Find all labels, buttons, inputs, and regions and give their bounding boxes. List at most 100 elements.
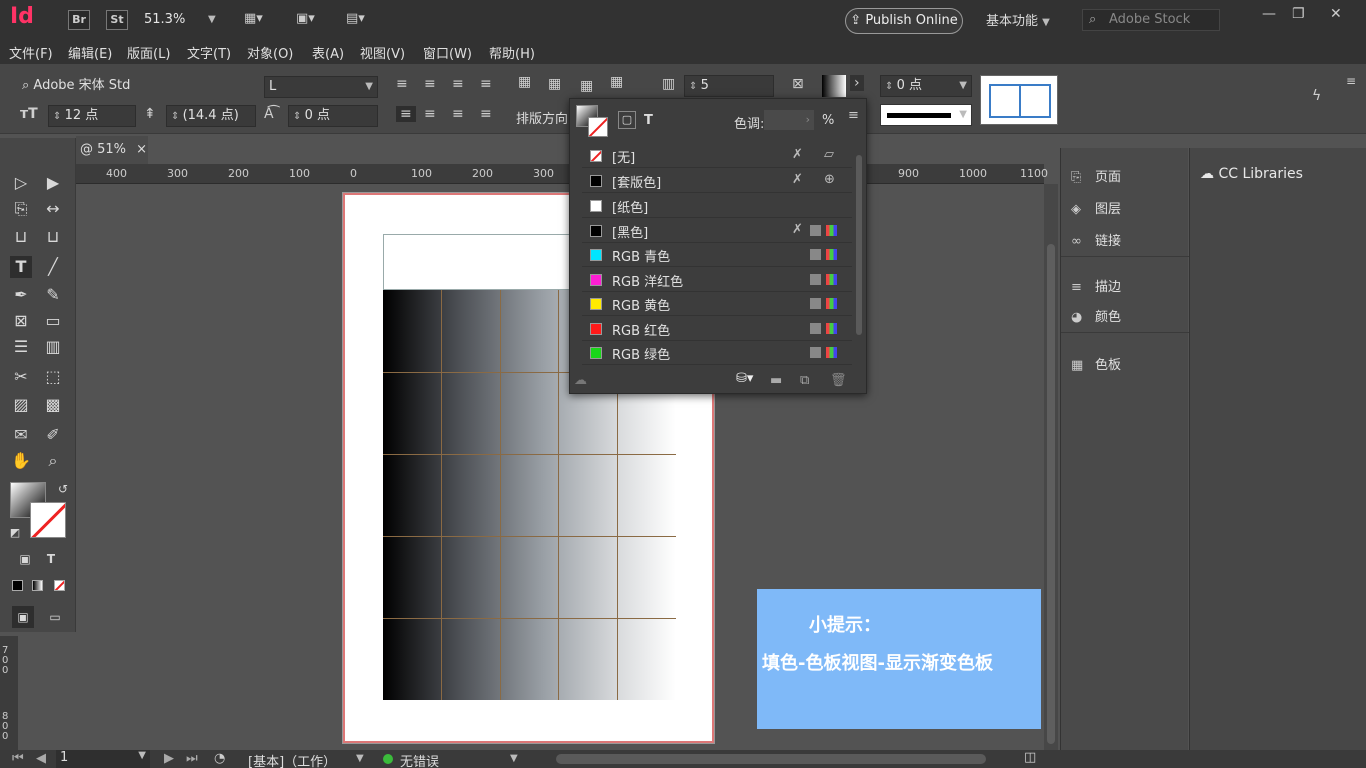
tint-field[interactable]: ›	[764, 110, 814, 130]
selection-tool-icon[interactable]: ▷	[10, 172, 32, 194]
menu-file[interactable]: 文件(F)	[9, 43, 53, 62]
scissors-tool-icon[interactable]: ✂	[10, 366, 32, 388]
stroke-weight-field[interactable]: ⇕ 0 点 ▼	[880, 75, 972, 97]
swatch-row-registration[interactable]: [套版色] ✗ ⊕	[582, 169, 852, 193]
cloud-icon[interactable]: ☁	[574, 373, 587, 388]
panel-menu-icon[interactable]: ≡	[848, 108, 859, 123]
hand-tool-icon[interactable]: ✋	[10, 450, 32, 472]
document-tab[interactable]: @ 51% ×	[76, 136, 148, 164]
lightning-icon[interactable]: ϟ	[1312, 88, 1321, 104]
page-number-field[interactable]: 1 ▼	[56, 750, 150, 768]
chevron-right-icon[interactable]: ›	[850, 75, 864, 91]
eyedropper-tool-icon[interactable]: ✐	[42, 424, 64, 446]
error-dropdown-icon[interactable]: ▼	[510, 753, 518, 764]
stroke-swatch-icon[interactable]	[588, 117, 608, 137]
links-panel-button[interactable]: ∞ 链接	[1071, 230, 1121, 249]
show-swatch-kinds-icon[interactable]: ⛁▾	[736, 371, 753, 386]
swap-fill-stroke-icon[interactable]: ↺	[52, 478, 74, 500]
gradient-feather-tool-icon[interactable]: ▩	[42, 394, 64, 416]
swatch-row-rgb-magenta[interactable]: RGB 洋红色	[582, 268, 852, 292]
table-tool-icon[interactable]: ☰	[10, 336, 32, 358]
apply-color-icon[interactable]	[12, 580, 23, 591]
minimize-button[interactable]: —	[1262, 6, 1276, 22]
screen-mode-icon[interactable]: ▣▾	[296, 11, 315, 26]
close-tab-icon[interactable]: ×	[136, 142, 147, 157]
grid-icon[interactable]: ▦	[518, 74, 531, 90]
last-page-icon[interactable]: ⏭	[186, 751, 198, 766]
new-group-icon[interactable]: ▬	[770, 373, 782, 388]
menu-view[interactable]: 视图(V)	[360, 43, 405, 62]
master-page-label[interactable]: [基本]（工作）	[248, 751, 336, 768]
vertical-scrollbar[interactable]	[1044, 184, 1058, 750]
leading-field[interactable]: ⇕ (14.4 点)	[166, 105, 256, 127]
apply-gradient-icon[interactable]	[32, 580, 43, 591]
justify-icon[interactable]: ≡	[480, 76, 492, 92]
content-collector-icon[interactable]: ⊔	[10, 226, 32, 248]
bridge-button[interactable]: Br	[68, 10, 90, 30]
formatting-container-icon[interactable]: ▣	[14, 548, 36, 570]
container-icon[interactable]: ▢	[618, 111, 636, 129]
restore-button[interactable]: ❐	[1292, 6, 1305, 22]
swatch-row-rgb-yellow[interactable]: RGB 黄色	[582, 292, 852, 316]
layers-panel-button[interactable]: ◈ 图层	[1071, 198, 1121, 217]
workspace-switcher[interactable]: 基本功能 ▼	[986, 10, 1050, 29]
tracking-field[interactable]: ⇕ 0 点	[288, 105, 378, 127]
gap-tool-icon[interactable]: ↔	[42, 198, 64, 220]
zoom-dropdown-icon[interactable]: ▼	[208, 14, 216, 25]
menu-object[interactable]: 对象(O)	[247, 43, 293, 62]
next-page-icon[interactable]: ▶	[164, 751, 174, 766]
swatch-row-paper[interactable]: [纸色]	[582, 194, 852, 218]
stroke-swatch-icon[interactable]	[30, 502, 66, 538]
align-right-icon[interactable]: ≡	[452, 76, 464, 92]
stroke-panel-button[interactable]: ≡ 描边	[1071, 276, 1121, 295]
note-tool-icon[interactable]: ✉	[10, 424, 32, 446]
split-view-icon[interactable]: ◫	[1024, 750, 1036, 765]
publish-online-button[interactable]: ⇪ Publish Online	[845, 8, 963, 34]
pages-panel-button[interactable]: ⎘ 页面	[1071, 166, 1121, 185]
new-swatch-icon[interactable]: ⧉	[800, 373, 809, 388]
page-tool-icon[interactable]: ⎘	[10, 198, 32, 220]
align-justify-center-icon[interactable]: ≡	[424, 106, 436, 122]
swatch-row-black[interactable]: [黑色] ✗	[582, 219, 852, 243]
content-placer-icon[interactable]: ⊔	[42, 226, 64, 248]
menu-layout[interactable]: 版面(L)	[127, 43, 170, 62]
menu-window[interactable]: 窗口(W)	[423, 43, 472, 62]
master-dropdown-icon[interactable]: ▼	[356, 753, 364, 764]
align-justify-right-icon[interactable]: ≡	[452, 106, 464, 122]
font-size-field[interactable]: ⇕ 12 点	[48, 105, 136, 127]
text-format-icon[interactable]: T	[644, 113, 653, 128]
preflight-icon[interactable]: ◔	[214, 751, 225, 766]
menu-help[interactable]: 帮助(H)	[489, 43, 535, 62]
font-family-field[interactable]: ⌕ Adobe 宋体 Std	[18, 76, 238, 98]
align-left-icon[interactable]: ≡	[396, 76, 408, 92]
first-page-icon[interactable]: ⏮	[12, 751, 24, 766]
swatch-row-rgb-green[interactable]: RGB 绿色	[582, 341, 852, 365]
grid-icon[interactable]: ▦	[548, 76, 561, 92]
swatch-row-rgb-cyan[interactable]: RGB 青色	[582, 243, 852, 267]
prev-page-icon[interactable]: ◀	[36, 751, 46, 766]
horizontal-scrollbar[interactable]	[556, 754, 986, 764]
scrollbar-thumb[interactable]	[1047, 244, 1055, 744]
pencil-tool-icon[interactable]: ✎	[42, 284, 64, 306]
direct-selection-tool-icon[interactable]: ▶	[42, 172, 64, 194]
type-tool-icon[interactable]: T	[10, 256, 32, 278]
swatches-scrollbar[interactable]	[856, 155, 862, 335]
menu-table[interactable]: 表(A)	[312, 43, 344, 62]
gradient-swatch-icon[interactable]	[822, 75, 846, 97]
arrange-documents-icon[interactable]: ▤▾	[346, 11, 365, 26]
font-style-select[interactable]: L ▼	[264, 76, 378, 98]
adobe-stock-search[interactable]: ⌕ Adobe Stock	[1082, 9, 1220, 31]
align-center-icon[interactable]: ≡	[424, 76, 436, 92]
grid-icon[interactable]: ▦	[610, 74, 623, 90]
view-options-icon[interactable]: ▦▾	[244, 11, 263, 26]
columns-field[interactable]: ⇕ 5	[684, 75, 774, 97]
swatch-row-none[interactable]: [无] ✗ ▱	[582, 144, 852, 168]
pen-tool-icon[interactable]: ✒	[10, 284, 32, 306]
menu-edit[interactable]: 编辑(E)	[68, 43, 112, 62]
color-panel-button[interactable]: ◕ 颜色	[1071, 306, 1121, 325]
apply-none-icon[interactable]	[54, 580, 65, 591]
justify-all-icon[interactable]: ≡	[480, 106, 492, 122]
column-tool-icon[interactable]: ▥	[42, 336, 64, 358]
stock-button[interactable]: St	[106, 10, 128, 30]
menu-type[interactable]: 文字(T)	[187, 43, 231, 62]
